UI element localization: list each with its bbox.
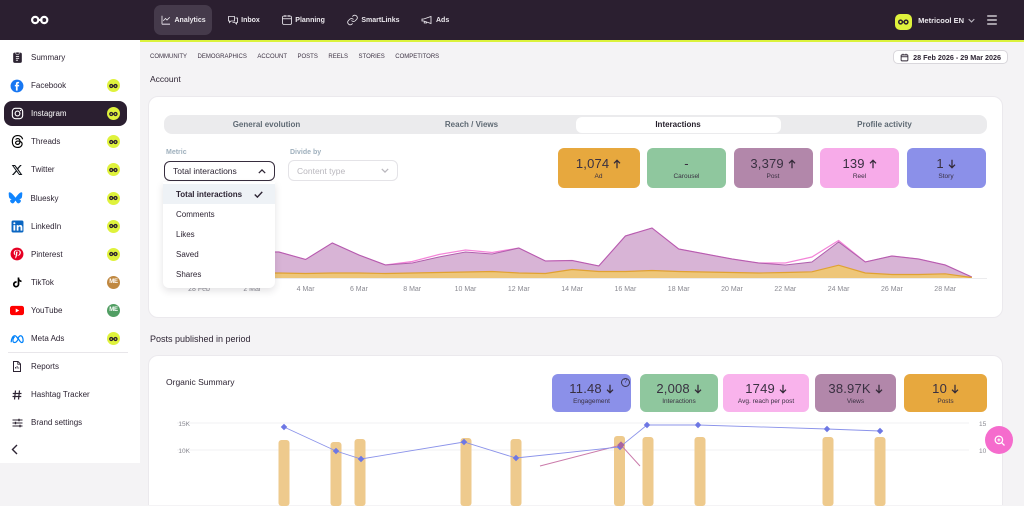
svg-text:16 Mar: 16 Mar xyxy=(615,286,637,293)
svg-text:10 Mar: 10 Mar xyxy=(455,286,477,293)
svg-text:15: 15 xyxy=(979,421,987,428)
svg-text:10: 10 xyxy=(979,448,987,455)
svg-text:12 Mar: 12 Mar xyxy=(508,286,530,293)
svg-text:26 Mar: 26 Mar xyxy=(881,286,903,293)
svg-text:4 Mar: 4 Mar xyxy=(297,286,316,293)
svg-text:14 Mar: 14 Mar xyxy=(561,286,583,293)
svg-text:8 Mar: 8 Mar xyxy=(403,286,422,293)
svg-text:18 Mar: 18 Mar xyxy=(668,286,690,293)
svg-text:15K: 15K xyxy=(178,421,190,428)
svg-text:24 Mar: 24 Mar xyxy=(828,286,850,293)
svg-text:6 Mar: 6 Mar xyxy=(350,286,369,293)
svg-text:20 Mar: 20 Mar xyxy=(721,286,743,293)
svg-text:22 Mar: 22 Mar xyxy=(774,286,796,293)
svg-text:28 Mar: 28 Mar xyxy=(934,286,956,293)
svg-text:10K: 10K xyxy=(178,448,190,455)
